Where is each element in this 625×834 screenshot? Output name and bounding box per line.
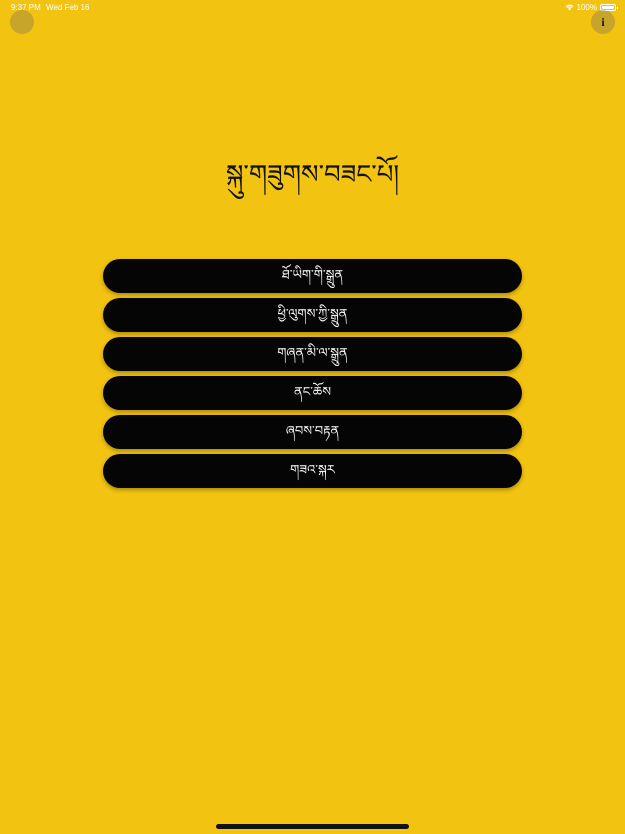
page-title: སྐུ་གཟུགས་བཟང་པོ། [225, 160, 400, 190]
menu-button-5[interactable]: ཞབས་བརྟན [103, 415, 522, 449]
menu-button-3[interactable]: གཞན་མི་ལ་སྒྲུན [103, 337, 522, 371]
circle-button-icon[interactable] [10, 10, 34, 34]
menu-button-1[interactable]: ཐོ་ཡིག་གི་སྒྲུན [103, 259, 522, 293]
info-icon: i [601, 14, 605, 29]
menu-button-2[interactable]: ཕྱི་ལུགས་ཀྱི་སྒྲུན [103, 298, 522, 332]
menu: ཐོ་ཡིག་གི་སྒྲུན ཕྱི་ལུགས་ཀྱི་སྒྲུན གཞན་མ… [103, 259, 522, 493]
menu-button-4[interactable]: ནང་ཆོས [103, 376, 522, 410]
wifi-icon [565, 4, 574, 11]
status-bar: 9:37 PM Wed Feb 16 100% [0, 0, 625, 16]
info-button[interactable]: i [591, 10, 615, 34]
status-date: Wed Feb 16 [46, 3, 90, 12]
menu-button-6[interactable]: གཟའ་སྐར [103, 454, 522, 488]
home-indicator[interactable] [216, 824, 409, 829]
battery-percent: 100% [576, 3, 597, 12]
